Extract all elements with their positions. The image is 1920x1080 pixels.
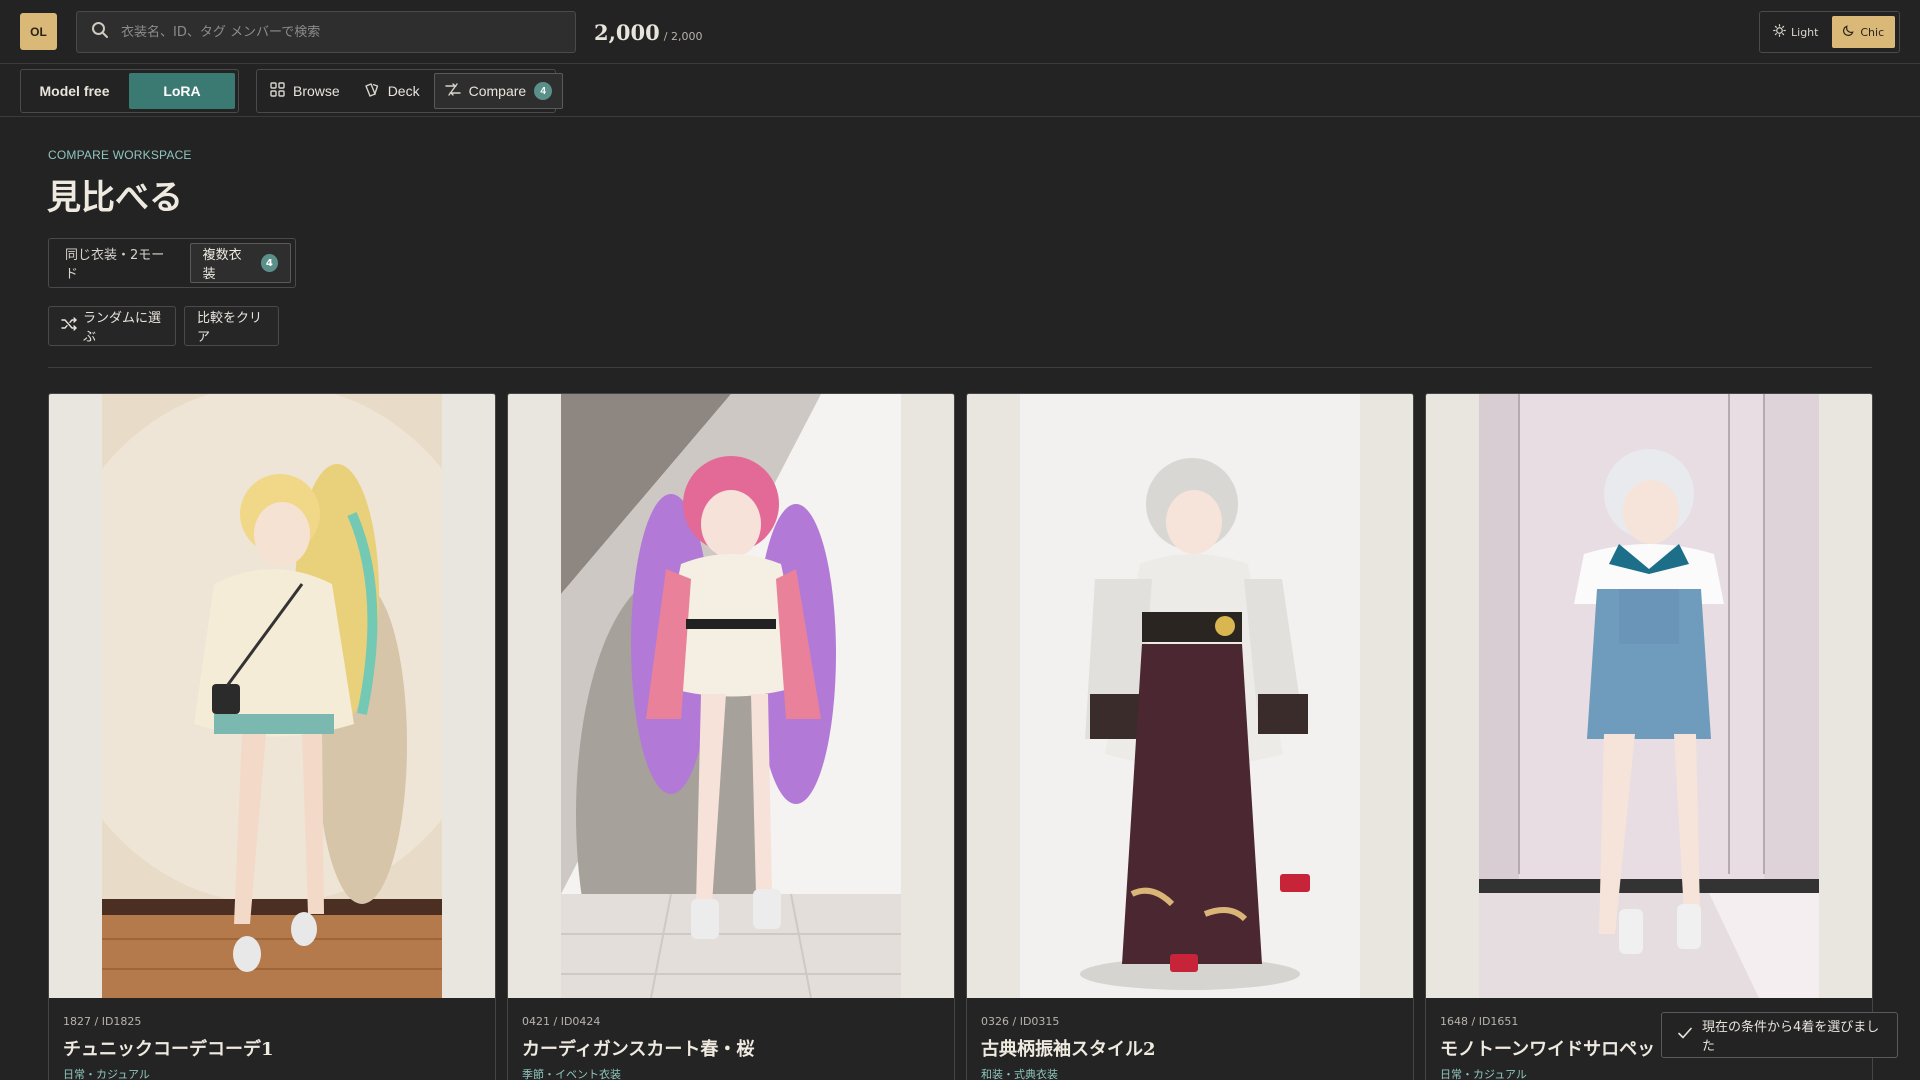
theme-chic-label: Chic xyxy=(1860,25,1885,39)
outfit-meta: 1648 / ID1651 xyxy=(1440,1015,1519,1028)
search-box[interactable] xyxy=(76,11,576,53)
outfit-meta: 0421 / ID0424 xyxy=(522,1015,601,1028)
result-count: 2,000/ 2,000 xyxy=(594,20,702,45)
sun-icon xyxy=(1773,24,1786,40)
lora-tab[interactable]: LoRA xyxy=(129,73,235,109)
same-outfit-two-mode-tab[interactable]: 同じ衣装・2モード xyxy=(53,243,186,283)
outfit-category[interactable]: 季節・イベント衣装 xyxy=(522,1066,621,1080)
outfit-illustration xyxy=(102,394,442,998)
outfit-meta: 0326 / ID0315 xyxy=(981,1015,1060,1028)
outfit-category[interactable]: 和装・式典衣装 xyxy=(981,1066,1058,1080)
view-tabs: Browse Deck Compare 4 xyxy=(256,69,564,113)
compare-icon xyxy=(444,82,461,100)
tab-compare[interactable]: Compare 4 xyxy=(433,73,564,109)
shuffle-icon xyxy=(61,317,77,335)
outfit-meta: 1827 / ID1825 xyxy=(63,1015,142,1028)
nav-bar: Model free LoRA Browse Deck Compare 4 xyxy=(0,64,1920,117)
outfit-name: チュニックコーデコーデ1 xyxy=(63,1039,274,1060)
tab-browse[interactable]: Browse xyxy=(260,73,350,109)
search-icon xyxy=(91,21,109,43)
outfit-name: カーディガンスカート春・桜 xyxy=(522,1039,755,1060)
outfit-card[interactable]: 1648 / ID1651 モノトーンワイドサロペッ 日常・カジュアル xyxy=(1425,393,1873,1080)
clear-compare-button[interactable]: 比較をクリア xyxy=(184,306,279,346)
outfit-name: 古典柄振袖スタイル2 xyxy=(981,1039,1156,1060)
outfit-card[interactable]: 1827 / ID1825 チュニックコーデコーデ1 日常・カジュアル xyxy=(48,393,496,1080)
page-title: 見比べる xyxy=(47,178,183,218)
compare-mode-group: 同じ衣装・2モード 複数衣装 4 xyxy=(48,238,296,288)
outfit-illustration xyxy=(1479,394,1819,998)
tab-deck-label: Deck xyxy=(387,83,420,99)
grid-icon xyxy=(270,82,285,100)
multiple-outfits-label: 複数衣装 xyxy=(202,248,242,282)
app-logo[interactable]: OL xyxy=(20,13,57,50)
result-count-total: / 2,000 xyxy=(663,30,703,43)
outfit-thumbnail[interactable] xyxy=(967,394,1413,998)
result-count-shown: 2,000 xyxy=(594,20,660,45)
outfit-illustration xyxy=(561,394,901,998)
outfit-category[interactable]: 日常・カジュアル xyxy=(1440,1066,1527,1080)
outfit-card[interactable]: 0421 / ID0424 カーディガンスカート春・桜 季節・イベント衣装 xyxy=(507,393,955,1080)
model-free-tab[interactable]: Model free xyxy=(24,73,125,109)
outfit-thumbnail[interactable] xyxy=(49,394,495,998)
outfit-thumbnail[interactable] xyxy=(508,394,954,998)
outfit-category[interactable]: 日常・カジュアル xyxy=(63,1066,150,1080)
section-eyebrow: COMPARE WORKSPACE xyxy=(48,148,192,162)
random-pick-button[interactable]: ランダムに選ぶ xyxy=(48,306,176,346)
theme-light-option[interactable]: Light xyxy=(1764,16,1828,48)
multiple-outfits-tab[interactable]: 複数衣装 4 xyxy=(189,243,291,283)
moon-icon xyxy=(1842,24,1855,40)
top-bar: OL 2,000/ 2,000 Light Chic xyxy=(0,0,1920,64)
cards-icon xyxy=(364,82,380,100)
tab-deck[interactable]: Deck xyxy=(354,73,430,109)
theme-light-label: Light xyxy=(1791,25,1819,39)
toast-text: 現在の条件から4着を選びました xyxy=(1702,1020,1880,1054)
tab-browse-label: Browse xyxy=(293,83,340,99)
multiple-outfits-badge: 4 xyxy=(260,254,278,272)
compare-count-badge: 4 xyxy=(534,82,553,100)
toast-notification: 現在の条件から4着を選びました xyxy=(1661,1012,1898,1058)
outfit-name: モノトーンワイドサロペッ xyxy=(1440,1039,1656,1060)
check-icon xyxy=(1678,1027,1692,1043)
theme-switcher: Light Chic xyxy=(1759,11,1900,53)
model-mode-group: Model free LoRA xyxy=(20,69,239,113)
outfit-illustration xyxy=(1020,394,1360,998)
theme-chic-option[interactable]: Chic xyxy=(1831,16,1895,48)
section-divider xyxy=(48,367,1872,368)
outfit-card[interactable]: 0326 / ID0315 古典柄振袖スタイル2 和装・式典衣装 xyxy=(966,393,1414,1080)
search-input[interactable] xyxy=(121,24,561,40)
tab-compare-label: Compare xyxy=(468,83,527,99)
random-pick-label: ランダムに選ぶ xyxy=(83,311,162,345)
outfit-thumbnail[interactable] xyxy=(1426,394,1872,998)
